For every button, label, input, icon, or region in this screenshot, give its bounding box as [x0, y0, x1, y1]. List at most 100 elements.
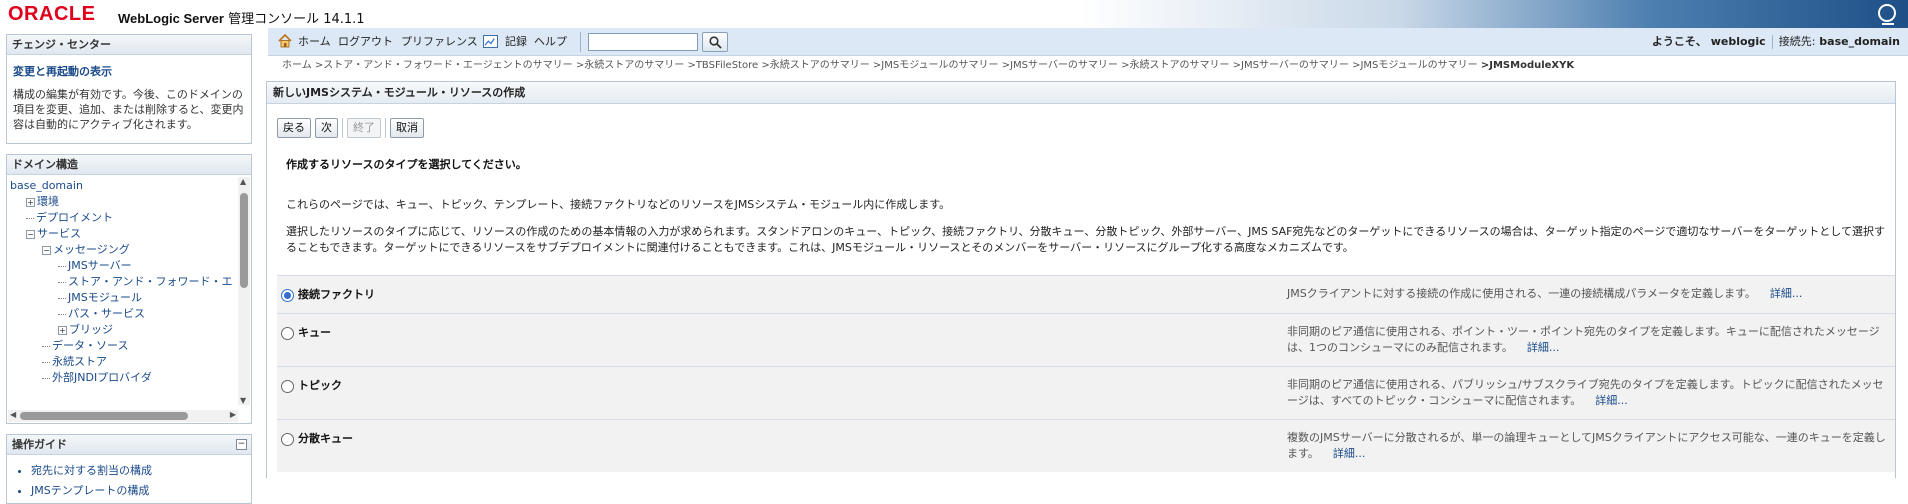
tree-connector	[58, 265, 66, 267]
breadcrumb-item[interactable]: >永続ストアのサマリー	[576, 60, 684, 71]
tree-node[interactable]: JMSモジュール	[10, 290, 251, 306]
scroll-thumb[interactable]	[240, 193, 248, 288]
option-description: 非同期のピア通信に使用される、パブリッシュ/サブスクライブ宛先のタイプを定義しま…	[1287, 378, 1884, 407]
tree-node-label[interactable]: ストア・アンド・フォワード・エ	[68, 275, 233, 288]
oracle-logo: ORACLE	[8, 3, 96, 25]
tree-node[interactable]: − サービス	[10, 226, 251, 242]
connection-factory-radio[interactable]	[281, 288, 294, 302]
more-link[interactable]: 詳細...	[1770, 287, 1803, 300]
home-link[interactable]: ホーム	[298, 28, 331, 56]
cancel-button[interactable]: 取消	[390, 118, 424, 138]
option-row[interactable]: 接続ファクトリ JMSクライアントに対する接続の作成に使用される、一連の接続構成…	[277, 275, 1895, 313]
scroll-right-icon[interactable]: ▶	[230, 410, 236, 419]
tree-node[interactable]: データ・ソース	[10, 338, 251, 354]
tree-node-label[interactable]: サービス	[37, 227, 81, 240]
logout-link[interactable]: ログアウト	[338, 28, 393, 56]
scroll-up-icon[interactable]: ▲	[240, 177, 246, 186]
search-icon	[709, 36, 722, 49]
tree-root[interactable]: base_domain	[10, 178, 251, 194]
top-banner: ORACLE WebLogic Server 管理コンソール 14.1.1	[0, 0, 1908, 28]
option-label: キュー	[298, 326, 331, 339]
search-input[interactable]	[588, 33, 698, 51]
breadcrumb-item[interactable]: >JMSサーバーのサマリー	[1233, 60, 1349, 71]
option-description: 非同期のピア通信に使用される、ポイント・ツー・ポイント宛先のタイプを定義します。…	[1287, 325, 1880, 354]
breadcrumb-item[interactable]: >JMSサーバーのサマリー	[1002, 60, 1118, 71]
topic-radio[interactable]	[281, 379, 294, 393]
distributed-queue-radio[interactable]	[281, 432, 294, 446]
tree-horizontal-scrollbar[interactable]: ◀ ▶	[8, 410, 238, 422]
tree-node-label[interactable]: JMSサーバー	[68, 259, 132, 272]
tree-node-label[interactable]: メッセージング	[53, 243, 130, 256]
tree-node[interactable]: + ブリッジ	[10, 322, 251, 338]
breadcrumb-item[interactable]: >JMSモジュールのサマリー	[873, 60, 999, 71]
scroll-left-icon[interactable]: ◀	[10, 410, 16, 419]
tree-node[interactable]: 永続ストア	[10, 354, 251, 370]
tree-node-label[interactable]: データ・ソース	[52, 339, 128, 352]
tree-node-label[interactable]: デプロイメント	[36, 211, 113, 224]
search-button[interactable]	[702, 32, 728, 52]
help-link[interactable]: ヘルプ	[534, 28, 567, 56]
queue-radio[interactable]	[281, 326, 294, 340]
scroll-thumb-horizontal[interactable]	[20, 412, 188, 420]
breadcrumb-item[interactable]: >永続ストアのサマリー	[761, 60, 869, 71]
more-link[interactable]: 詳細...	[1333, 447, 1366, 460]
breadcrumb-current: >JMSModuleXYK	[1480, 60, 1575, 71]
record-link[interactable]: 記録	[505, 28, 527, 56]
tree-node-label[interactable]: 環境	[37, 195, 59, 208]
option-row[interactable]: トピック 非同期のピア通信に使用される、パブリッシュ/サブスクライブ宛先のタイプ…	[277, 366, 1895, 419]
connected-label: 接続先:	[1778, 35, 1816, 48]
breadcrumb-item[interactable]: >ストア・アンド・フォワード・エージェントのサマリー	[315, 60, 573, 71]
howto-link-template[interactable]: JMSテンプレートの構成	[31, 481, 251, 501]
wizard-buttons: 戻る次終了 取消	[277, 118, 428, 140]
tree-node-label[interactable]: base_domain	[10, 179, 83, 192]
expand-icon[interactable]: +	[26, 197, 35, 207]
tree-node[interactable]: JMSサーバー	[10, 258, 251, 274]
option-label: 分散キュー	[298, 432, 353, 445]
tree-node[interactable]: + 環境	[10, 194, 251, 210]
resource-type-table: 接続ファクトリ JMSクライアントに対する接続の作成に使用される、一連の接続構成…	[277, 275, 1895, 472]
howto-link-quota[interactable]: 宛先に対する割当の構成	[31, 461, 251, 481]
tree-vertical-scrollbar[interactable]: ▲ ▼	[238, 177, 250, 405]
collapse-icon[interactable]: −	[26, 229, 35, 239]
view-changes-link[interactable]: 変更と再起動の表示	[13, 63, 245, 79]
speech-bubble-icon[interactable]	[1878, 4, 1896, 25]
home-icon[interactable]	[278, 34, 292, 48]
tree-node-label[interactable]: ブリッジ	[69, 323, 113, 336]
tree-node[interactable]: デプロイメント	[10, 210, 251, 226]
tree-node[interactable]: − メッセージング	[10, 242, 251, 258]
domain-structure-title: ドメイン構造	[7, 155, 251, 175]
expand-icon[interactable]: +	[58, 325, 67, 335]
tree-node-label[interactable]: パス・サービス	[68, 307, 145, 320]
option-description: JMSクライアントに対する接続の作成に使用される、一連の接続構成パラメータを定義…	[1287, 287, 1756, 300]
record-icon[interactable]	[483, 35, 498, 48]
option-row[interactable]: 分散キュー 複数のJMSサーバーに分散されるが、単一の論理キューとしてJMSクラ…	[277, 419, 1895, 472]
page-title: 新しいJMSシステム・モジュール・リソースの作成	[267, 82, 1895, 104]
toolbar-divider	[580, 32, 581, 52]
breadcrumb-item[interactable]: >TBSFileStore	[687, 60, 758, 71]
tree-node[interactable]: 外部JNDIプロバイダ	[10, 370, 251, 386]
next-button[interactable]: 次	[315, 118, 338, 138]
collapse-icon[interactable]: −	[42, 245, 51, 255]
more-link[interactable]: 詳細...	[1595, 394, 1628, 407]
tree-connector	[26, 217, 34, 219]
breadcrumb: ホーム >ストア・アンド・フォワード・エージェントのサマリー >永続ストアのサマ…	[282, 59, 1574, 73]
tree-node[interactable]: パス・サービス	[10, 306, 251, 322]
preferences-link[interactable]: プリファレンス	[401, 28, 478, 56]
tree-connector	[58, 313, 66, 315]
welcome-text: ようこそ、 weblogic	[1651, 35, 1766, 48]
tree-node-label[interactable]: 外部JNDIプロバイダ	[52, 371, 152, 384]
back-button[interactable]: 戻る	[277, 118, 311, 138]
tree-node-label[interactable]: 永続ストア	[52, 355, 107, 368]
option-row[interactable]: キュー 非同期のピア通信に使用される、ポイント・ツー・ポイント宛先のタイプを定義…	[277, 313, 1895, 366]
breadcrumb-item[interactable]: >JMSモジュールのサマリー	[1352, 60, 1478, 71]
more-link[interactable]: 詳細...	[1527, 341, 1560, 354]
tree-node-label[interactable]: JMSモジュール	[68, 291, 142, 304]
breadcrumb-item[interactable]: >永続ストアのサマリー	[1121, 60, 1229, 71]
detail-text: 選択したリソースのタイプに応じて、リソースの作成のための基本情報の入力が求められ…	[286, 225, 1885, 254]
breadcrumb-home[interactable]: ホーム	[282, 60, 312, 71]
collapse-icon[interactable]: −	[236, 439, 247, 450]
scroll-down-icon[interactable]: ▼	[240, 396, 246, 405]
change-center-panel: チェンジ・センター 変更と再起動の表示 構成の編集が有効です。今後、このドメイン…	[6, 34, 252, 144]
tree-node[interactable]: ストア・アンド・フォワード・エ	[10, 274, 251, 290]
option-label: 接続ファクトリ	[298, 288, 375, 301]
